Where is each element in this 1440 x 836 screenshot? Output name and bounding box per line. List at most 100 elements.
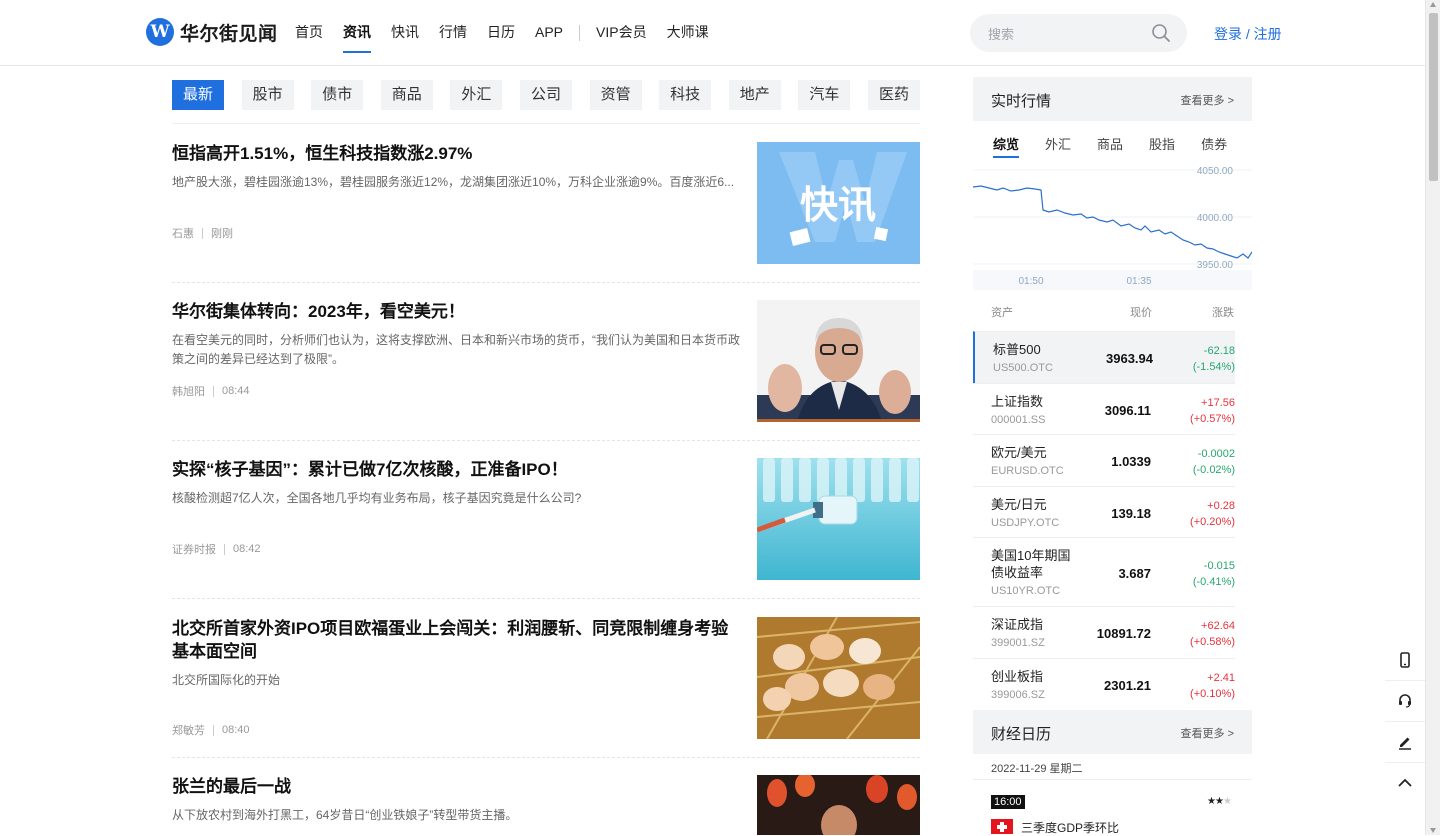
phone-icon: [1400, 652, 1410, 668]
market-row[interactable]: 美元/日元 USDJPY.OTC 139.18 +0.28 (+0.20%): [973, 486, 1235, 538]
chart-y-tick: 4050.00: [1197, 166, 1234, 177]
market-tab-commodities[interactable]: 商品: [1097, 134, 1123, 156]
category-tab-stocks[interactable]: 股市: [241, 80, 294, 110]
market-tab-indices[interactable]: 股指: [1149, 134, 1175, 156]
article-meta: 石惠 刚刚: [172, 225, 233, 241]
article-title[interactable]: 北交所首家外资IPO项目欧福蛋业上会闯关：利润腰斩、同竞限制缠身考验基本面空间: [172, 617, 742, 663]
category-tab-bonds[interactable]: 债市: [311, 80, 364, 110]
site-logo[interactable]: W 华尔街见闻: [146, 18, 278, 46]
calendar-date: 2022-11-29 星期二: [991, 763, 1083, 775]
market-panel-header: 实时行情 查看更多 >: [973, 77, 1252, 121]
nav-item-calendar[interactable]: 日历: [477, 0, 525, 65]
nav-item-markets[interactable]: 行情: [429, 0, 477, 65]
nav-item-app[interactable]: APP: [525, 0, 573, 65]
article-meta: 韩旭阳 08:44: [172, 383, 250, 399]
article-title[interactable]: 实探“核子基因”：累计已做7亿次核酸，正准备IPO！: [172, 458, 742, 481]
article-author: 韩旭阳: [172, 386, 205, 398]
customer-service-button[interactable]: [1385, 681, 1425, 722]
market-row[interactable]: 美国10年期国债收益率 US10YR.OTC 3.687 -0.015 (-0.…: [973, 537, 1235, 606]
scrollbar-thumb[interactable]: [1429, 13, 1438, 181]
category-tab-forex[interactable]: 外汇: [450, 80, 503, 110]
article-title[interactable]: 张兰的最后一战: [172, 775, 742, 798]
article-author: 石惠: [172, 228, 194, 240]
category-tab-commodities[interactable]: 商品: [380, 80, 433, 110]
article-item[interactable]: 张兰的最后一战 从下放农村到海外打黑工，64岁昔日“创业铁娘子”转型带货主播。: [172, 775, 920, 835]
market-row[interactable]: 深证成指 399001.SZ 10891.72 +62.64 (+0.58%): [973, 606, 1235, 658]
eggs-in-nest-photo[interactable]: [757, 617, 920, 739]
market-panel-title: 实时行情: [991, 93, 1052, 110]
change-percent: (+0.10%): [1190, 688, 1235, 700]
vials-syringe-photo[interactable]: [757, 458, 920, 580]
search-input[interactable]: [986, 14, 1140, 54]
market-row[interactable]: 标普500 US500.OTC 3963.94 -62.18 (-1.54%): [973, 331, 1235, 383]
change-value: +2.41: [1207, 672, 1235, 684]
nav-item-vip[interactable]: VIP会员: [586, 0, 657, 65]
article-divider: [172, 598, 920, 599]
star-icon: ★: [1207, 796, 1216, 807]
scroll-up-arrow-icon[interactable]: [1430, 2, 1436, 7]
article-divider: [172, 757, 920, 758]
market-tab-bonds[interactable]: 债券: [1201, 134, 1227, 156]
article-item[interactable]: 恒指高开1.51%，恒生科技指数涨2.97% 地产股大涨，碧桂园涨逾13%，碧桂…: [172, 142, 920, 264]
asset-code: 399006.SZ: [991, 689, 1045, 701]
scroll-down-arrow-icon[interactable]: [1430, 828, 1436, 833]
market-more-link[interactable]: 查看更多 >: [1181, 92, 1234, 108]
search-icon[interactable]: [1151, 23, 1171, 43]
calendar-more-link[interactable]: 查看更多 >: [1181, 725, 1234, 741]
page-scrollbar[interactable]: [1425, 0, 1440, 835]
woman-with-tulips-photo[interactable]: [757, 775, 920, 835]
market-tab-forex[interactable]: 外汇: [1045, 134, 1071, 156]
change-percent: (-0.41%): [1192, 576, 1235, 588]
article-summary: 在看空美元的同时，分析师们也认为，这将支撑欧洲、日本和新兴市场的货币，“我们认为…: [172, 333, 741, 366]
asset-code: US500.OTC: [993, 362, 1053, 374]
nav-item-home[interactable]: 首页: [285, 0, 333, 65]
man-raising-hands-photo[interactable]: [757, 300, 920, 422]
change-percent: (+0.20%): [1190, 516, 1235, 528]
market-tab-overview[interactable]: 综览: [993, 134, 1020, 158]
nav-item-live[interactable]: 快讯: [381, 0, 429, 65]
asset-change: -62.18 (-1.54%): [1165, 343, 1235, 375]
nav-item-news[interactable]: 资讯: [333, 0, 381, 65]
chart-y-tick: 4000.00: [1197, 213, 1234, 224]
calendar-event-title[interactable]: 三季度GDP季环比: [1021, 819, 1119, 836]
category-tab-tech[interactable]: 科技: [659, 80, 712, 110]
login-register-link[interactable]: 登录 / 注册: [1214, 24, 1282, 44]
asset-price: 139.18: [1111, 506, 1151, 521]
article-item[interactable]: 北交所首家外资IPO项目欧福蛋业上会闯关：利润腰斩、同竞限制缠身考验基本面空间 …: [172, 617, 920, 739]
change-percent: (-1.54%): [1192, 361, 1235, 373]
mobile-app-button[interactable]: [1385, 640, 1425, 681]
market-row[interactable]: 欧元/美元 EURUSD.OTC 1.0339 -0.0002 (-0.02%): [973, 434, 1235, 486]
headset-icon: [1399, 694, 1411, 708]
article-item[interactable]: 实探“核子基因”：累计已做7亿次核酸，正准备IPO！ 核酸检测超7亿人次，全国各…: [172, 458, 920, 580]
nav-divider: [579, 24, 581, 41]
swiss-flag-icon: [991, 819, 1013, 834]
category-tab-asset-mgmt[interactable]: 资管: [589, 80, 642, 110]
asset-price: 3.687: [1118, 566, 1151, 581]
market-row[interactable]: 上证指数 000001.SS 3096.11 +17.56 (+0.57%): [973, 383, 1235, 435]
back-to-top-button[interactable]: [1385, 763, 1425, 803]
star-empty-icon: ★: [1222, 796, 1232, 807]
asset-code: 399001.SZ: [991, 637, 1045, 649]
category-tab-real-estate[interactable]: 地产: [728, 80, 781, 110]
chart-y-tick: 3950.00: [1197, 260, 1234, 271]
asset-name: 美国10年期国债收益率: [991, 548, 1071, 580]
article-author: 郑敏芳: [172, 725, 205, 737]
asset-price: 1.0339: [1111, 454, 1151, 469]
category-tab-companies[interactable]: 公司: [519, 80, 572, 110]
asset-price: 3963.94: [1106, 351, 1153, 366]
article-title[interactable]: 恒指高开1.51%，恒生科技指数涨2.97%: [172, 142, 742, 165]
feedback-button[interactable]: [1385, 722, 1425, 763]
kuaixun-thumbnail[interactable]: 快讯: [757, 142, 920, 264]
calendar-panel-header: 财经日历 查看更多 >: [973, 710, 1252, 754]
category-tab-auto[interactable]: 汽车: [798, 80, 851, 110]
nav-item-masterclass[interactable]: 大师课: [657, 0, 719, 65]
category-tab-latest[interactable]: 最新: [172, 80, 225, 110]
category-tab-pharma[interactable]: 医药: [867, 80, 920, 110]
article-item[interactable]: 华尔街集体转向：2023年，看空美元！ 在看空美元的同时，分析师们也认为，这将支…: [172, 300, 920, 422]
top-header: W 华尔街见闻 首页 资讯 快讯 行情 日历 APP VIP会员 大师课 登录 …: [0, 0, 1425, 66]
article-summary: 核酸检测超7亿人次，全国各地几乎均有业务布局，核子基因究竟是什么公司?: [172, 491, 582, 505]
market-row[interactable]: 创业板指 399006.SZ 2301.21 +2.41 (+0.10%): [973, 658, 1235, 710]
article-author: 证券时报: [172, 544, 216, 556]
article-summary: 从下放农村到海外打黑工，64岁昔日“创业铁娘子”转型带货主播。: [172, 808, 518, 822]
article-title[interactable]: 华尔街集体转向：2023年，看空美元！: [172, 300, 742, 323]
